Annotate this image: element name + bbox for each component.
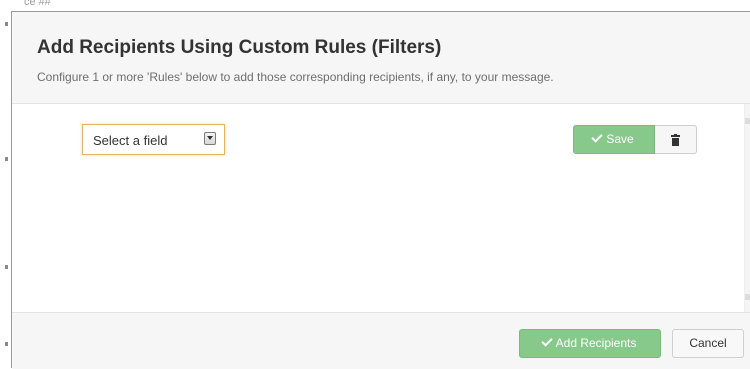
background-page-text: ce ## [24,0,51,8]
scroll-down-arrow[interactable] [745,294,750,300]
field-select-value: Select a field [93,133,168,148]
edge-mark [5,157,8,161]
checkmark-icon [591,131,603,143]
save-label: Save [606,132,634,146]
modal-header: Add Recipients Using Custom Rules (Filte… [12,12,750,104]
delete-rule-button[interactable] [655,125,697,154]
modal-body: Select a field Save [12,104,750,312]
add-recipients-modal: Add Recipients Using Custom Rules (Filte… [11,11,750,369]
modal-footer: Add Recipients Cancel [12,312,750,369]
edge-mark [5,265,8,269]
checkmark-icon [540,335,553,347]
edge-mark [5,342,8,346]
scrollbar[interactable] [744,104,750,312]
trash-icon [671,134,680,146]
scroll-up-arrow[interactable] [745,118,750,124]
add-recipients-button[interactable]: Add Recipients [519,329,661,358]
field-select[interactable]: Select a field [82,124,225,155]
edge-mark [5,22,8,26]
chevron-down-icon[interactable] [204,132,216,145]
modal-title: Add Recipients Using Custom Rules (Filte… [37,37,442,58]
cancel-button[interactable]: Cancel [672,329,744,358]
modal-subtitle: Configure 1 or more 'Rules' below to add… [37,70,554,84]
background-page-edge [0,0,11,368]
add-recipients-label: Add Recipients [555,336,637,350]
save-button[interactable]: Save [573,125,655,154]
